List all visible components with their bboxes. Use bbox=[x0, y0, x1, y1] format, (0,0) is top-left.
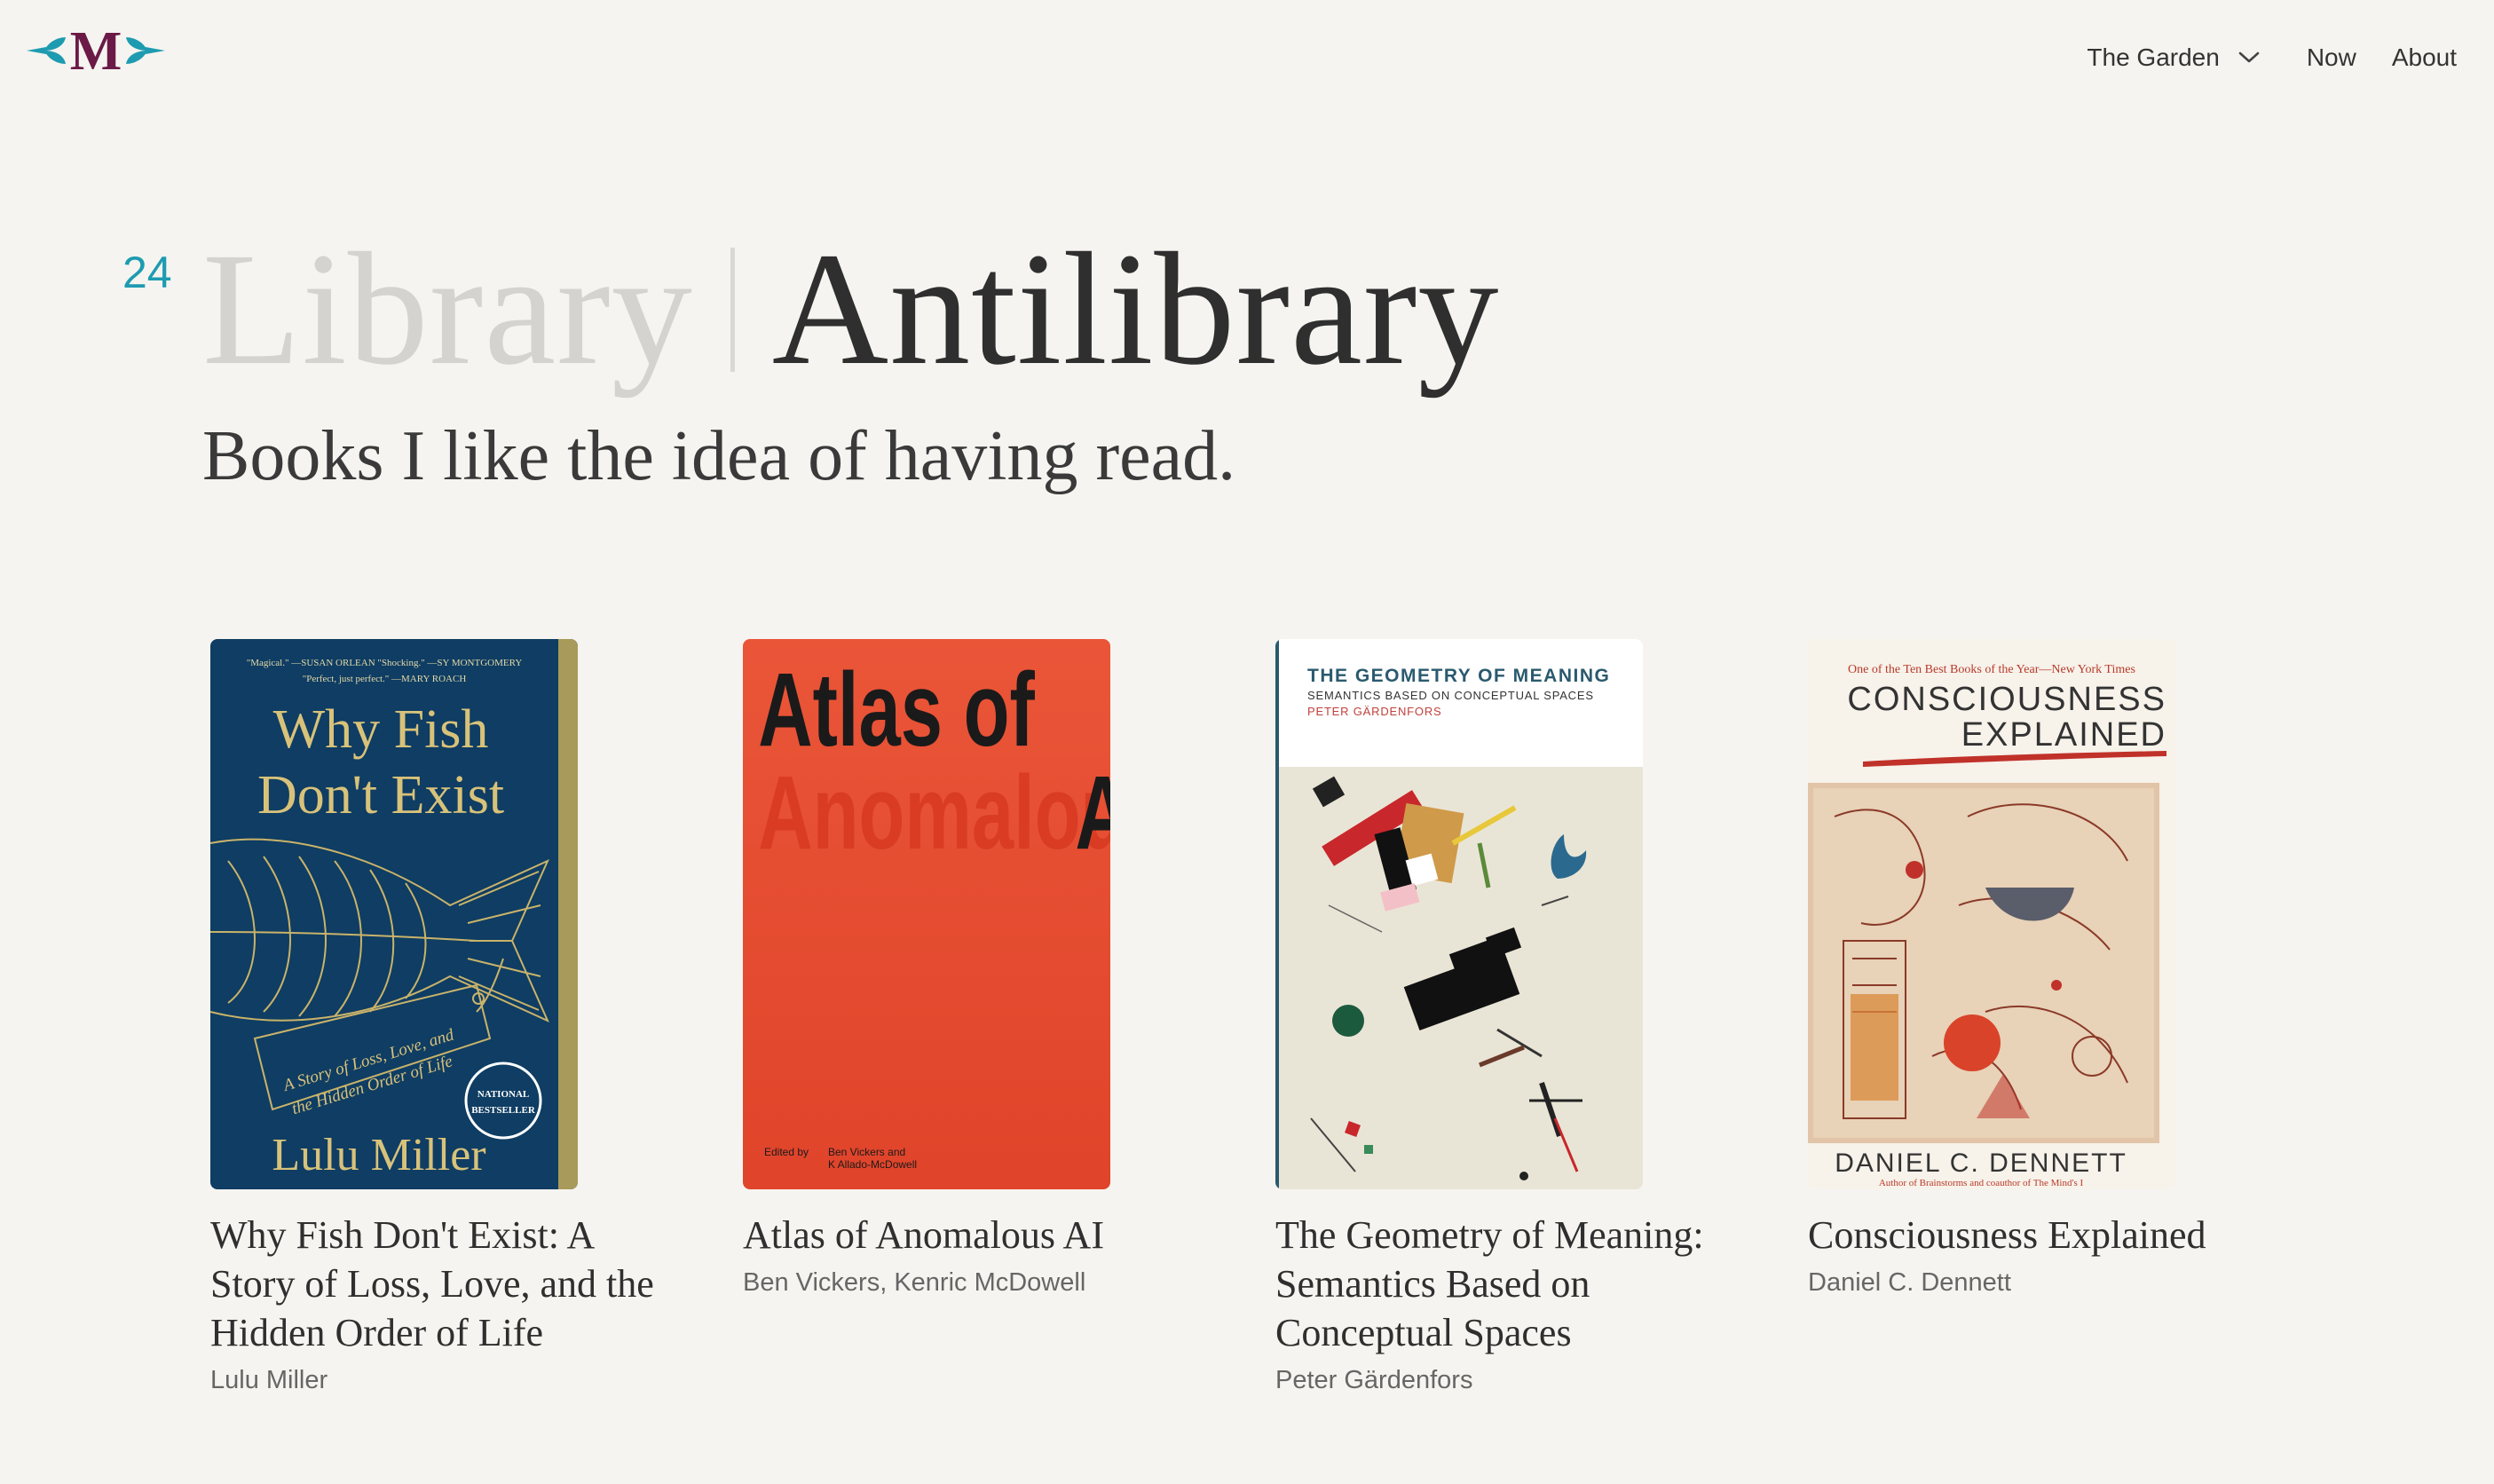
logo-leaf-left-icon bbox=[27, 37, 66, 64]
bestseller-badge bbox=[464, 1062, 542, 1140]
page-subtitle: Books I like the idea of having read. bbox=[202, 417, 1236, 495]
cover-title: AI bbox=[1075, 754, 1110, 871]
klee-artwork-icon bbox=[1808, 783, 2159, 1143]
book-cover-image: One of the Ten Best Books of the Year—Ne… bbox=[1808, 639, 2175, 1189]
cover-footer: Author of Brainstorms and coauthor of Th… bbox=[1879, 1178, 2084, 1188]
badge-text: BESTSELLER bbox=[471, 1105, 536, 1116]
book-author: Lulu Miller bbox=[210, 1366, 328, 1394]
book-title[interactable]: Atlas of Anomalous AI bbox=[743, 1211, 1196, 1259]
nav-now-link[interactable]: Now bbox=[2307, 43, 2356, 72]
cover-title: EXPLAINED bbox=[1961, 716, 2166, 754]
cover-title: CONSCIOUSNESS bbox=[1847, 681, 2166, 718]
book-cover-image: Atlas of Anomalous AI Edited by Ben Vick… bbox=[743, 639, 1110, 1189]
cover-blurb: "Perfect, just perfect." —MARY ROACH bbox=[303, 674, 467, 684]
cover-editors: Ben Vickers and bbox=[828, 1146, 905, 1158]
cover-title: Atlas of bbox=[758, 651, 1035, 768]
book-cover-image: "Magical." —SUSAN ORLEAN "Shocking." —SY… bbox=[210, 639, 578, 1189]
book-count: 24 bbox=[122, 248, 172, 297]
book-author: Ben Vickers, Kenric McDowell bbox=[743, 1268, 1086, 1297]
nav-garden-dropdown[interactable]: The Garden bbox=[2087, 43, 2260, 72]
cover-author: PETER GÄRDENFORS bbox=[1307, 705, 1441, 718]
book-card[interactable]: THE GEOMETRY OF MEANING SEMANTICS BASED … bbox=[1275, 639, 1737, 1395]
book-card[interactable]: Atlas of Anomalous AI Edited by Ben Vick… bbox=[743, 639, 1204, 1298]
logo-letter: M bbox=[70, 23, 122, 78]
nav-garden-label: The Garden bbox=[2087, 43, 2220, 71]
book-title[interactable]: Consciousness Explained bbox=[1808, 1211, 2261, 1259]
book-cover-image: THE GEOMETRY OF MEANING SEMANTICS BASED … bbox=[1275, 639, 1643, 1189]
book-card[interactable]: One of the Ten Best Books of the Year—Ne… bbox=[1808, 639, 2269, 1298]
book-author: Peter Gärdenfors bbox=[1275, 1366, 1473, 1394]
nav-about-label: About bbox=[2391, 43, 2457, 71]
cover-tagline: One of the Ten Best Books of the Year—Ne… bbox=[1848, 663, 2135, 676]
cover-author: Lulu Miller bbox=[272, 1130, 485, 1180]
title-divider bbox=[730, 248, 735, 372]
antilibrary-heading: Antilibrary bbox=[771, 220, 1500, 399]
book-author: Daniel C. Dennett bbox=[1808, 1268, 2011, 1297]
cover-author: DANIEL C. DENNETT bbox=[1835, 1149, 2127, 1178]
cover-title-ghost: Anomalous bbox=[758, 754, 1110, 871]
cover-editors: K Allado-McDowell bbox=[828, 1158, 917, 1171]
cover-edited-by: Edited by bbox=[764, 1146, 809, 1158]
page-title: Library Antilibrary bbox=[202, 229, 1499, 391]
main-nav: The Garden Now About bbox=[2087, 36, 2457, 80]
cover-blurb: "Magical." —SUSAN ORLEAN "Shocking." —SY… bbox=[247, 658, 523, 668]
cover-subtitle: SEMANTICS BASED ON CONCEPTUAL SPACES bbox=[1307, 689, 1594, 702]
cover-title: Don't Exist bbox=[257, 765, 504, 825]
library-toggle-link[interactable]: Library bbox=[202, 229, 693, 391]
chevron-down-icon bbox=[2238, 51, 2260, 63]
nav-now-label: Now bbox=[2306, 43, 2356, 71]
logo-leaf-right-icon bbox=[126, 37, 165, 64]
book-title[interactable]: The Geometry of Meaning: Semantics Based… bbox=[1275, 1211, 1728, 1357]
nav-about-link[interactable]: About bbox=[2392, 43, 2457, 72]
book-title[interactable]: Why Fish Don't Exist: A Story of Loss, L… bbox=[210, 1211, 663, 1357]
cover-title: Why Fish bbox=[273, 699, 489, 760]
cover-title: THE GEOMETRY OF MEANING bbox=[1307, 666, 1610, 686]
site-logo[interactable]: M bbox=[27, 23, 165, 78]
badge-text: NATIONAL bbox=[477, 1089, 529, 1100]
book-card[interactable]: "Magical." —SUSAN ORLEAN "Shocking." —SY… bbox=[210, 639, 672, 1395]
